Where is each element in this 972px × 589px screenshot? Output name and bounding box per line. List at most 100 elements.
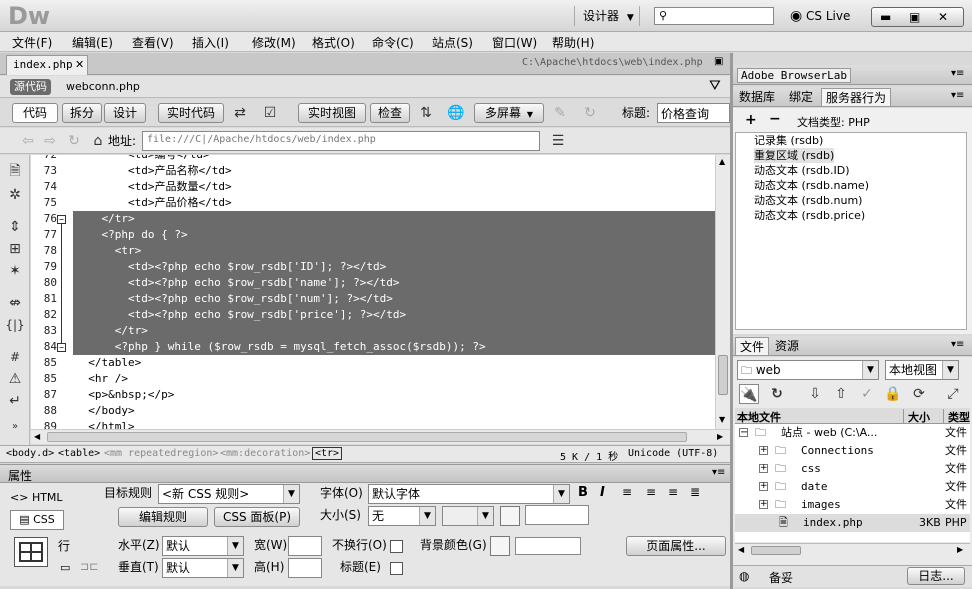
bg-color-input[interactable]: [515, 537, 581, 555]
menu-format[interactable]: 格式(O): [312, 34, 355, 51]
close-tab-icon[interactable]: ✕: [75, 58, 84, 71]
tab-assets[interactable]: 资源: [771, 337, 803, 355]
source-code-button[interactable]: 源代码: [10, 79, 51, 95]
tab-bindings[interactable]: 绑定: [785, 88, 817, 106]
align-left-icon[interactable]: ≡: [622, 485, 632, 499]
collapse-selection-icon[interactable]: ⊞: [5, 239, 25, 259]
menu-commands[interactable]: 命令(C): [372, 34, 414, 51]
add-behavior-icon[interactable]: +: [745, 112, 757, 128]
check-page-icon[interactable]: ☑: [260, 103, 280, 123]
menu-file[interactable]: 文件(F): [12, 34, 52, 51]
tree-row[interactable]: + 🗀 date 文件: [735, 478, 970, 496]
open-documents-icon[interactable]: 🗎: [5, 161, 25, 181]
select-parent-tag-icon[interactable]: ⇎: [5, 293, 25, 313]
align-right-icon[interactable]: ≡: [668, 485, 678, 499]
highlight-invalid-icon[interactable]: ⚠: [5, 369, 25, 389]
put-files-icon[interactable]: ⇧: [831, 384, 851, 404]
live-view-button[interactable]: 实时视图: [298, 103, 366, 123]
list-item[interactable]: 记录集 (rsdb): [754, 133, 823, 148]
col-size[interactable]: 大小: [903, 409, 939, 425]
more-tools-icon[interactable]: »: [5, 417, 25, 437]
horz-select[interactable]: 默认 ▼: [162, 536, 244, 556]
balance-braces-icon[interactable]: {|}: [5, 315, 25, 335]
visual-aids-icon[interactable]: ✎: [550, 103, 570, 123]
header-checkbox[interactable]: [390, 562, 403, 575]
check-out-icon[interactable]: ✓: [857, 384, 877, 404]
refresh-icon[interactable]: ↻: [64, 131, 84, 151]
menu-site[interactable]: 站点(S): [432, 34, 473, 51]
expand-all-icon[interactable]: ✶: [5, 261, 25, 281]
list-item[interactable]: 重复区域 (rsdb): [754, 148, 835, 163]
css-panel-button[interactable]: CSS 面板(P): [214, 507, 300, 527]
inspect-button[interactable]: 检查: [370, 103, 410, 123]
nowrap-checkbox[interactable]: [390, 540, 403, 553]
split-view-button[interactable]: 拆分: [62, 103, 102, 123]
size-unit-select[interactable]: ▼: [442, 506, 494, 526]
title-input[interactable]: 价格查询: [657, 103, 730, 123]
merge-cells-icon[interactable]: [14, 537, 48, 567]
files-horizontal-scrollbar[interactable]: ◀ ▶: [735, 543, 970, 557]
tree-toggle[interactable]: −: [739, 428, 748, 438]
browserlab-tab[interactable]: Adobe BrowserLab: [737, 68, 851, 83]
list-item[interactable]: 动态文本 (rsdb.ID): [754, 163, 850, 178]
scroll-left-icon[interactable]: ◀: [738, 545, 744, 554]
panel-menu-icon[interactable]: ▾≡: [951, 68, 964, 79]
align-justify-icon[interactable]: ≣: [690, 485, 700, 499]
tree-toggle[interactable]: +: [759, 482, 768, 491]
show-code-navigator-icon[interactable]: ✲: [5, 185, 25, 205]
tree-toggle[interactable]: +: [759, 500, 768, 509]
scroll-right-icon[interactable]: ▶: [717, 432, 723, 441]
tree-toggle[interactable]: +: [759, 446, 768, 455]
height-input[interactable]: [288, 558, 322, 578]
word-wrap-icon[interactable]: ↵: [5, 391, 25, 411]
tree-row[interactable]: − 🗀 站点 - web (C:\A... 文件: [735, 424, 970, 442]
forward-icon[interactable]: ⇨: [40, 131, 60, 151]
tree-row[interactable]: + 🗀 images 文件: [735, 496, 970, 514]
search-input[interactable]: ⚲: [654, 7, 774, 25]
css-mode-button[interactable]: ▤ CSS: [10, 510, 64, 530]
home-icon[interactable]: ⌂: [88, 131, 108, 151]
minimize-icon[interactable]: ▬: [880, 8, 891, 26]
design-view-button[interactable]: 设计: [104, 103, 146, 123]
synchronize-icon[interactable]: ⟳: [909, 384, 929, 404]
inspect-arrow-icon[interactable]: ⇄: [230, 103, 250, 123]
list-item[interactable]: 动态文本 (rsdb.price): [754, 208, 865, 223]
related-file-webconn[interactable]: webconn.php: [66, 80, 140, 93]
refresh-icon[interactable]: ↻: [580, 103, 600, 123]
tree-row[interactable]: 🗎 index.php 3KB PHP: [735, 514, 970, 532]
view-select[interactable]: 本地视图 ▼: [885, 360, 959, 380]
bg-color-swatch[interactable]: [490, 536, 510, 556]
horizontal-scrollbar[interactable]: ◀ ▶: [31, 429, 730, 444]
tag-selector-item[interactable]: <body.d>: [6, 448, 54, 459]
col-type[interactable]: 类型: [943, 409, 970, 425]
refresh-icon[interactable]: ↻: [767, 384, 787, 404]
cell-merge-icon[interactable]: ⊐⊏: [80, 560, 98, 573]
tag-selector-item[interactable]: <tr>: [312, 447, 343, 460]
target-rule-select[interactable]: <新 CSS 规则> ▼: [158, 484, 300, 504]
tab-server-behaviors[interactable]: 服务器行为: [821, 88, 892, 106]
text-color-swatch[interactable]: [500, 506, 520, 526]
italic-button[interactable]: I: [600, 485, 605, 500]
live-code-button[interactable]: 实时代码: [158, 103, 224, 123]
log-button[interactable]: 日志...: [907, 567, 965, 585]
split-cell-icon[interactable]: ▭: [60, 561, 70, 574]
menu-insert[interactable]: 插入(I): [192, 34, 229, 51]
workspace-switcher[interactable]: 设计器 ▼: [574, 6, 640, 26]
back-icon[interactable]: ⇦: [18, 131, 38, 151]
align-center-icon[interactable]: ≡: [646, 485, 656, 499]
text-color-input[interactable]: [525, 505, 589, 525]
list-item[interactable]: 动态文本 (rsdb.name): [754, 178, 869, 193]
menu-view[interactable]: 查看(V): [132, 34, 174, 51]
close-icon[interactable]: ✕: [938, 8, 948, 26]
menu-modify[interactable]: 修改(M): [252, 34, 296, 51]
cs-live-button[interactable]: ◉ CS Live: [790, 6, 850, 26]
browser-preview-icon[interactable]: 🌐: [446, 103, 466, 123]
file-transfer-icon[interactable]: ⇅: [416, 103, 436, 123]
line-numbers-icon[interactable]: #: [5, 347, 25, 367]
tree-toggle[interactable]: +: [759, 464, 768, 473]
multiscreen-button[interactable]: 多屏幕 ▼: [474, 103, 544, 123]
address-input[interactable]: file:///C|/Apache/htdocs/web/index.php: [142, 131, 540, 151]
scroll-thumb[interactable]: [47, 432, 687, 442]
menu-window[interactable]: 窗口(W): [492, 34, 537, 51]
bold-button[interactable]: B: [578, 485, 588, 500]
